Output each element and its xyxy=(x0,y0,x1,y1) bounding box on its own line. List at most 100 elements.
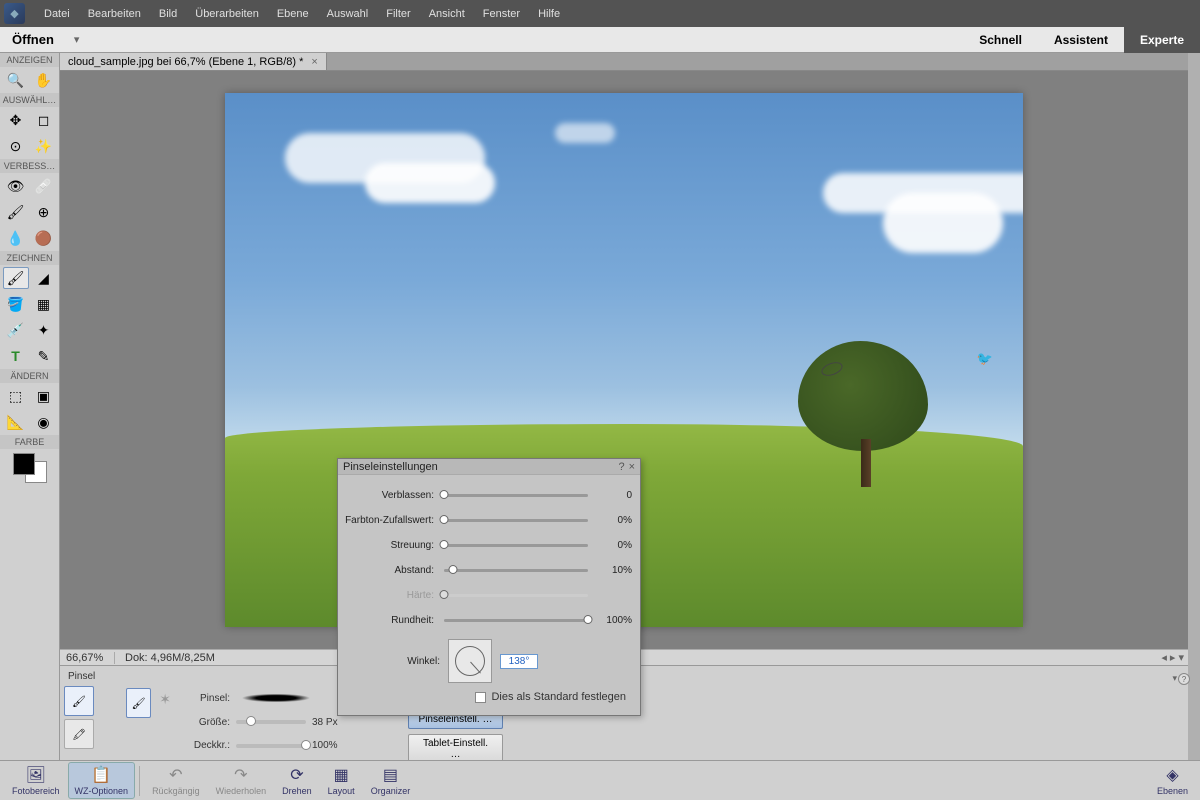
tab-experte[interactable]: Experte xyxy=(1124,27,1200,53)
redeye-tool[interactable]: 👁 xyxy=(3,175,29,197)
eraser-tool[interactable]: ◢ xyxy=(31,267,57,289)
spot-heal-tool[interactable]: 🩹 xyxy=(31,175,57,197)
move-tool[interactable]: ✥ xyxy=(3,109,29,131)
scatter-slider[interactable] xyxy=(444,544,588,547)
dialog-titlebar[interactable]: Pinseleinstellungen ? × xyxy=(338,459,640,475)
size-slider[interactable] xyxy=(236,720,306,724)
straighten-tool[interactable]: 📐 xyxy=(3,411,29,433)
lasso-tool[interactable]: ⊙ xyxy=(3,135,29,157)
angle-dial[interactable] xyxy=(448,639,492,683)
menu-filter[interactable]: Filter xyxy=(377,0,419,27)
menu-bild[interactable]: Bild xyxy=(150,0,186,27)
brush-settings-dialog: Pinseleinstellungen ? × Verblassen: 0 Fa… xyxy=(337,458,641,716)
document-tab-label: cloud_sample.jpg bei 66,7% (Ebene 1, RGB… xyxy=(68,56,303,68)
spacing-value: 10% xyxy=(598,565,632,576)
cookie-tool[interactable]: ◉ xyxy=(31,411,57,433)
hardness-slider xyxy=(444,594,588,597)
menu-ueberarbeiten[interactable]: Überarbeiten xyxy=(186,0,268,27)
hand-tool[interactable]: ✋ xyxy=(31,69,57,91)
type-tool[interactable]: T xyxy=(3,345,29,367)
eyedropper-tool[interactable]: 💉 xyxy=(3,319,29,341)
brush-tool[interactable]: 🖌 xyxy=(3,267,29,289)
hue-jitter-slider[interactable] xyxy=(444,519,588,522)
pencil-tool[interactable]: ✎ xyxy=(31,345,57,367)
menu-bearbeiten[interactable]: Bearbeiten xyxy=(79,0,150,27)
tab-schnell[interactable]: Schnell xyxy=(963,27,1038,53)
document-tab[interactable]: cloud_sample.jpg bei 66,7% (Ebene 1, RGB… xyxy=(60,53,327,70)
gradient-tool[interactable]: ▦ xyxy=(31,293,57,315)
tab-assistent[interactable]: Assistent xyxy=(1038,27,1124,53)
menu-fenster[interactable]: Fenster xyxy=(474,0,529,27)
menu-ebene[interactable]: Ebene xyxy=(268,0,318,27)
zoom-tool[interactable]: 🔍 xyxy=(3,69,29,91)
menu-datei[interactable]: Datei xyxy=(35,0,79,27)
angle-label: Winkel: xyxy=(380,656,440,667)
sponge-tool[interactable]: 🟤 xyxy=(31,227,57,249)
opacity-label: Deckkr.: xyxy=(182,740,230,751)
wand-tool[interactable]: ✨ xyxy=(31,135,57,157)
opacity-slider[interactable] xyxy=(236,744,306,748)
foreground-color[interactable] xyxy=(13,453,35,475)
options-dropdown-icon[interactable]: ▾ xyxy=(1172,673,1177,684)
size-label: Größe: xyxy=(182,717,230,728)
blur-tool[interactable]: 💧 xyxy=(3,227,29,249)
footer-redo[interactable]: ↷Wiederholen xyxy=(208,765,275,796)
footer-organizer[interactable]: ▤Organizer xyxy=(363,765,419,796)
opacity-value: 100% xyxy=(312,740,352,751)
tb-section-aendern: ÄNDERN xyxy=(0,369,59,383)
brush-preset-2[interactable]: 🖍 xyxy=(64,719,94,749)
undo-icon: ↶ xyxy=(169,765,182,785)
brush-preset-1[interactable]: 🖌 xyxy=(64,686,94,716)
dialog-help-icon[interactable]: ? xyxy=(618,461,624,473)
h-scroll[interactable]: ◂ ▸ ▾ xyxy=(1161,651,1188,664)
hue-jitter-value: 0% xyxy=(598,515,632,526)
set-default-checkbox[interactable] xyxy=(475,692,486,703)
shape-tool[interactable]: ✦ xyxy=(31,319,57,341)
footer-undo[interactable]: ↶Rückgängig xyxy=(144,765,208,796)
tb-section-auswaehlen: AUSWÄHL… xyxy=(0,93,59,107)
footer-bar: 🖼Fotobereich 📋WZ-Optionen ↶Rückgängig ↷W… xyxy=(0,760,1200,800)
dialog-close-icon[interactable]: × xyxy=(629,461,635,473)
footer-wz-optionen[interactable]: 📋WZ-Optionen xyxy=(68,762,136,799)
zoom-level[interactable]: 66,67% xyxy=(60,652,115,664)
clone-tool[interactable]: ⊕ xyxy=(31,201,57,223)
color-swatch[interactable] xyxy=(13,453,47,483)
menu-ansicht[interactable]: Ansicht xyxy=(420,0,474,27)
help-icon[interactable]: ? xyxy=(1178,673,1190,685)
menu-auswahl[interactable]: Auswahl xyxy=(318,0,378,27)
dialog-title: Pinseleinstellungen xyxy=(343,461,438,473)
redo-icon: ↷ xyxy=(234,765,247,785)
cloud xyxy=(883,193,1003,253)
menubar: ◆ Datei Bearbeiten Bild Überarbeiten Ebe… xyxy=(0,0,1200,27)
spacing-slider[interactable] xyxy=(444,569,588,572)
brush-variant-2[interactable]: ✶ xyxy=(154,688,176,710)
right-scrollbar[interactable] xyxy=(1188,53,1200,760)
fill-tool[interactable]: 🪣 xyxy=(3,293,29,315)
hue-jitter-label: Farbton-Zufallswert: xyxy=(344,515,434,526)
marquee-tool[interactable]: ◻ xyxy=(31,109,57,131)
cloud xyxy=(365,163,495,203)
app-icon: ◆ xyxy=(4,3,25,24)
set-default-label: Dies als Standard festlegen xyxy=(491,691,626,703)
roundness-slider[interactable] xyxy=(444,619,588,622)
doc-size: Dok: 4,96M/8,25M xyxy=(115,652,225,664)
footer-rotate[interactable]: ⟳Drehen xyxy=(274,765,320,796)
fade-slider[interactable] xyxy=(444,494,588,497)
tb-section-anzeigen: ANZEIGEN xyxy=(0,53,59,67)
angle-input[interactable] xyxy=(500,654,538,669)
footer-ebenen[interactable]: ◈Ebenen xyxy=(1149,765,1196,796)
footer-fotobereich[interactable]: 🖼Fotobereich xyxy=(4,765,68,796)
close-icon[interactable]: × xyxy=(311,56,317,68)
brush-variant-1[interactable]: 🖌 xyxy=(126,688,151,718)
recompose-tool[interactable]: ▣ xyxy=(31,385,57,407)
menu-hilfe[interactable]: Hilfe xyxy=(529,0,569,27)
smart-brush-tool[interactable]: 🖌 xyxy=(3,201,29,223)
modebar: Öffnen ▾ Schnell Assistent Experte xyxy=(0,27,1200,53)
fade-label: Verblassen: xyxy=(344,490,434,501)
crop-tool[interactable]: ⬚ xyxy=(3,385,29,407)
spacing-label: Abstand: xyxy=(344,565,434,576)
open-dropdown-icon[interactable]: ▾ xyxy=(66,33,88,46)
brush-stroke-preview[interactable] xyxy=(236,692,316,704)
open-button[interactable]: Öffnen xyxy=(0,27,66,53)
footer-layout[interactable]: ▦Layout xyxy=(320,765,363,796)
